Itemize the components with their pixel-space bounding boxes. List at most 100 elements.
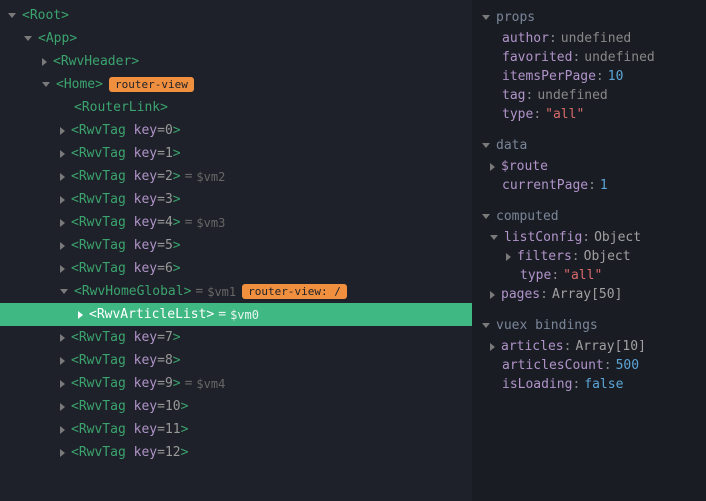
- prop-key: type: [520, 268, 551, 283]
- chevron-right-icon: [60, 334, 65, 342]
- chevron-down-icon: [482, 214, 490, 219]
- chevron-down-icon: [60, 289, 68, 294]
- attr-val: 11: [165, 422, 181, 437]
- component-name: RwvTag: [79, 146, 126, 161]
- prop-row[interactable]: $route: [476, 157, 702, 176]
- attr-val: 6: [165, 261, 173, 276]
- prop-value: 1: [600, 178, 608, 193]
- attr-val: 3: [165, 192, 173, 207]
- chevron-down-icon: [24, 36, 32, 41]
- prop-row[interactable]: favorited: undefined: [476, 48, 702, 67]
- component-name: RwvTag: [79, 353, 126, 368]
- prop-row[interactable]: type: "all": [476, 266, 702, 285]
- attr-key: key: [134, 169, 157, 184]
- prop-row[interactable]: currentPage: 1: [476, 176, 702, 195]
- chevron-right-icon: [490, 343, 495, 351]
- component-name: App: [46, 31, 69, 46]
- component-name: Root: [30, 8, 61, 23]
- prop-value: false: [584, 377, 623, 392]
- prop-key: articlesCount: [502, 358, 604, 373]
- section-title: vuex bindings: [496, 318, 598, 333]
- section-vuex[interactable]: vuex bindings: [476, 314, 702, 337]
- attr-key: key: [134, 146, 157, 161]
- attr-key: key: [134, 192, 157, 207]
- tree-row[interactable]: <RwvTag key=2> =$vm2: [0, 165, 472, 188]
- tree-row[interactable]: <RwvTag key=8>: [0, 349, 472, 372]
- tree-row[interactable]: <RwvTag key=3>: [0, 188, 472, 211]
- prop-row[interactable]: author: undefined: [476, 29, 702, 48]
- prop-key: favorited: [502, 50, 572, 65]
- tree-row[interactable]: <RwvHeader>: [0, 50, 472, 73]
- prop-row[interactable]: listConfig: Object: [476, 228, 702, 247]
- prop-key: $route: [501, 159, 548, 174]
- chevron-right-icon: [60, 219, 65, 227]
- prop-row[interactable]: tag: undefined: [476, 86, 702, 105]
- tree-row-selected[interactable]: <RwvArticleList> =$vm0: [0, 303, 472, 326]
- component-name: RwvTag: [79, 445, 126, 460]
- chevron-down-icon: [482, 323, 490, 328]
- tree-row[interactable]: <RwvTag key=5>: [0, 234, 472, 257]
- tree-row[interactable]: <RwvTag key=1>: [0, 142, 472, 165]
- component-name: RwvTag: [79, 261, 126, 276]
- tree-row[interactable]: <RwvTag key=9> =$vm4: [0, 372, 472, 395]
- prop-key: articles: [501, 339, 564, 354]
- tree-row[interactable]: <RwvHomeGlobal> =$vm1 router-view: /: [0, 280, 472, 303]
- chevron-down-icon: [42, 82, 50, 87]
- section-data[interactable]: data: [476, 134, 702, 157]
- vm-ref: $vm2: [196, 170, 225, 184]
- prop-key: pages: [501, 287, 540, 302]
- tree-row[interactable]: <App>: [0, 27, 472, 50]
- component-name: RwvTag: [79, 422, 126, 437]
- prop-value: "all": [545, 107, 584, 122]
- prop-key: author: [502, 31, 549, 46]
- attr-val: 7: [165, 330, 173, 345]
- component-name: RwvTag: [79, 376, 126, 391]
- tree-row[interactable]: <RwvTag key=6>: [0, 257, 472, 280]
- tree-row[interactable]: <Home> router-view: [0, 73, 472, 96]
- prop-row[interactable]: type: "all": [476, 105, 702, 124]
- tree-row[interactable]: <RwvTag key=10>: [0, 395, 472, 418]
- prop-key: filters: [517, 249, 572, 264]
- prop-value: Array[50]: [552, 287, 622, 302]
- prop-value: 10: [608, 69, 624, 84]
- tree-row[interactable]: <RwvTag key=0>: [0, 119, 472, 142]
- prop-value: "all": [563, 268, 602, 283]
- prop-row[interactable]: articlesCount: 500: [476, 356, 702, 375]
- prop-row[interactable]: isLoading: false: [476, 375, 702, 394]
- section-title: data: [496, 138, 527, 153]
- tree-row[interactable]: <RouterLink>: [0, 96, 472, 119]
- attr-val: 12: [165, 445, 181, 460]
- chevron-right-icon: [60, 196, 65, 204]
- prop-row[interactable]: filters: Object: [476, 247, 702, 266]
- tree-row[interactable]: <RwvTag key=12>: [0, 441, 472, 464]
- component-name: RwvTag: [79, 330, 126, 345]
- prop-key: tag: [502, 88, 525, 103]
- section-title: props: [496, 10, 535, 25]
- chevron-right-icon: [60, 265, 65, 273]
- tree-row[interactable]: <Root>: [0, 4, 472, 27]
- chevron-down-icon: [482, 143, 490, 148]
- section-props[interactable]: props: [476, 6, 702, 29]
- prop-row[interactable]: articles: Array[10]: [476, 337, 702, 356]
- component-name: RwvArticleList: [97, 307, 207, 322]
- vm-ref: $vm4: [196, 377, 225, 391]
- tree-row[interactable]: <RwvTag key=4> =$vm3: [0, 211, 472, 234]
- prop-row[interactable]: pages: Array[50]: [476, 285, 702, 304]
- component-tree: <Root> <App> <RwvHeader> <Home> router-v…: [0, 0, 472, 501]
- component-name: Home: [64, 77, 95, 92]
- section-computed[interactable]: computed: [476, 205, 702, 228]
- chevron-right-icon: [490, 291, 495, 299]
- chevron-right-icon: [60, 127, 65, 135]
- chevron-right-icon: [60, 242, 65, 250]
- chevron-down-icon: [482, 15, 490, 20]
- prop-value: Array[10]: [575, 339, 645, 354]
- chevron-right-icon: [60, 426, 65, 434]
- component-name: RwvTag: [79, 215, 126, 230]
- tree-row[interactable]: <RwvTag key=7>: [0, 326, 472, 349]
- tree-row[interactable]: <RwvTag key=11>: [0, 418, 472, 441]
- prop-value: undefined: [584, 50, 654, 65]
- component-name: RwvTag: [79, 123, 126, 138]
- chevron-right-icon: [60, 173, 65, 181]
- prop-key: listConfig: [504, 230, 582, 245]
- prop-row[interactable]: itemsPerPage: 10: [476, 67, 702, 86]
